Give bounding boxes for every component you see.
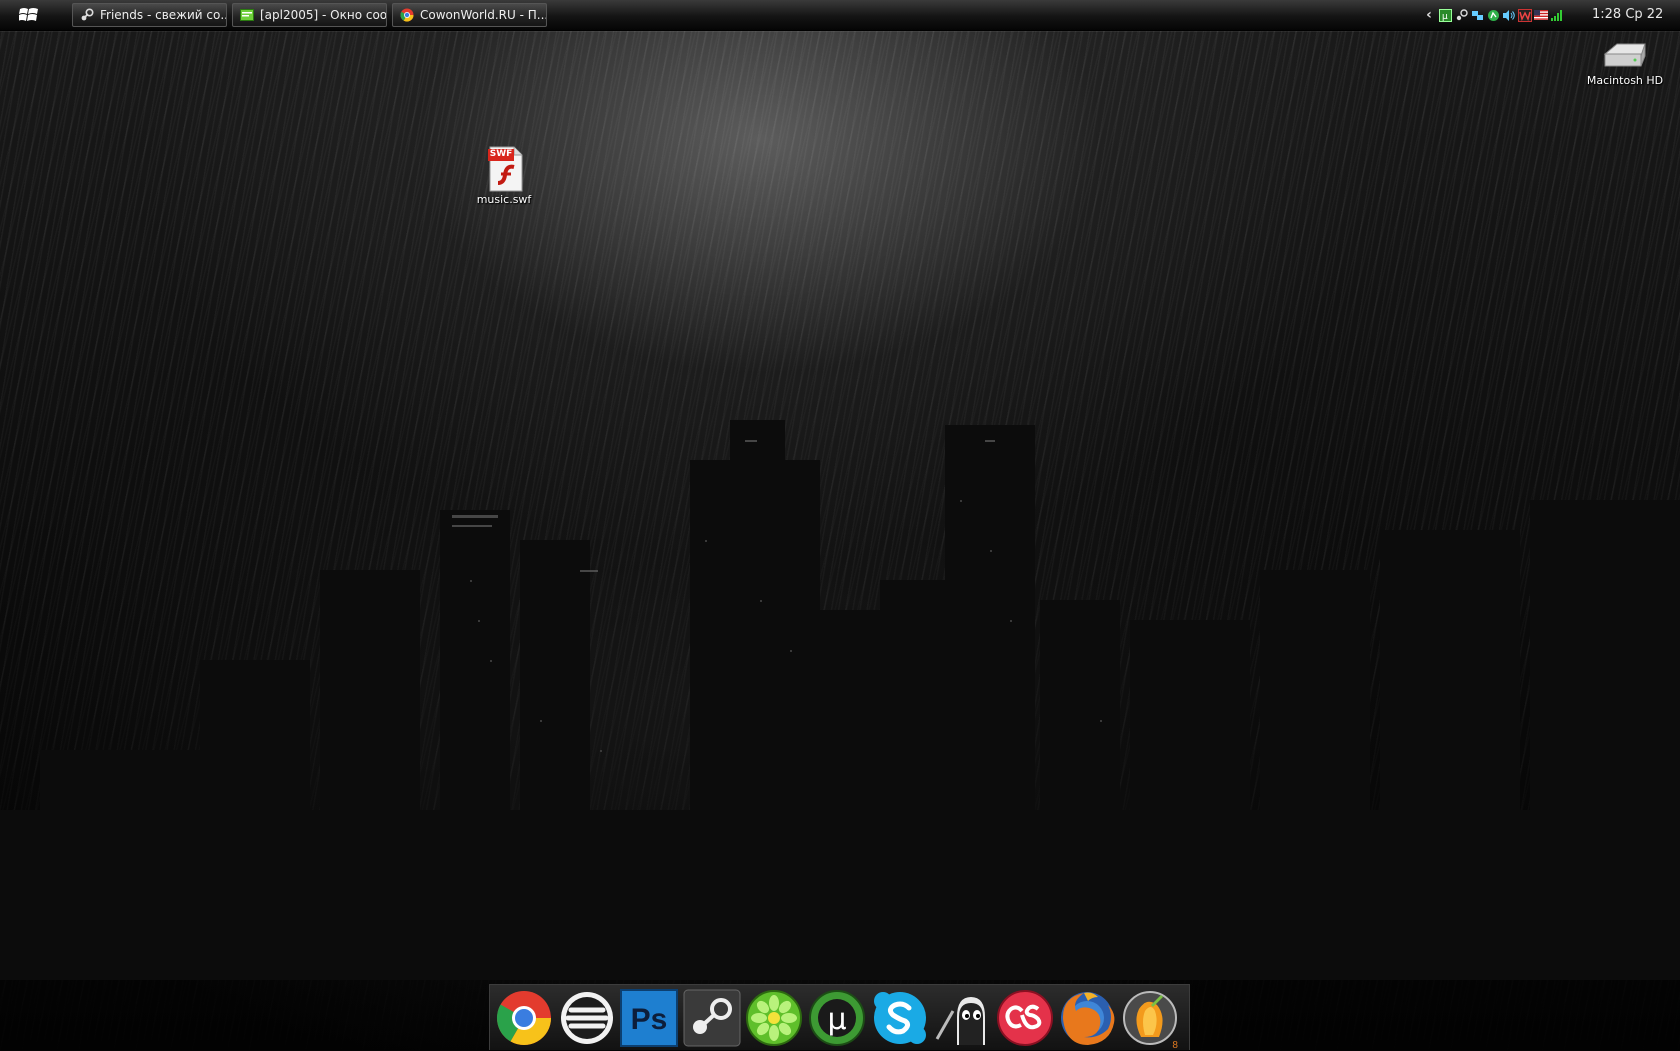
dock-item-skype[interactable] bbox=[870, 988, 930, 1048]
steam-tray-icon[interactable] bbox=[1454, 8, 1468, 22]
skype-icon bbox=[873, 991, 926, 1044]
volume-tray-icon[interactable] bbox=[1502, 8, 1516, 22]
fl-studio-version-badge: 8 bbox=[1172, 1039, 1178, 1051]
system-tray: ‹ µ bbox=[1422, 0, 1566, 30]
dock-item-fl-studio[interactable]: 8 bbox=[1120, 988, 1180, 1051]
winamp-tray-icon[interactable] bbox=[1518, 8, 1532, 22]
chrome-icon bbox=[399, 7, 415, 23]
task-label: Friends - свежий со... bbox=[100, 8, 226, 22]
dock-item-photoshop[interactable]: Ps bbox=[619, 988, 679, 1048]
icq-icon bbox=[746, 989, 803, 1046]
photoshop-text: Ps bbox=[631, 1003, 668, 1036]
dock-item-lastfm[interactable] bbox=[995, 988, 1055, 1048]
desktop-icon-label: music.swf bbox=[476, 193, 532, 206]
network-tray-icon[interactable] bbox=[1470, 8, 1484, 22]
steam-icon bbox=[79, 7, 95, 23]
desktop-icon-music-swf[interactable]: SWF music.swf bbox=[472, 145, 536, 206]
skype-tray-icon[interactable] bbox=[1486, 8, 1500, 22]
chat-window-icon bbox=[239, 7, 255, 23]
hard-drive-icon bbox=[1603, 43, 1646, 67]
chrome-icon bbox=[496, 990, 551, 1045]
windows-logo-icon bbox=[19, 8, 38, 21]
dock-item-aimp[interactable] bbox=[557, 988, 617, 1048]
dock-item-utorrent[interactable]: µ bbox=[807, 988, 867, 1048]
dock-item-icq[interactable] bbox=[744, 988, 804, 1048]
fl-studio-icon bbox=[1122, 990, 1177, 1045]
city-skyline-silhouette bbox=[0, 420, 1680, 980]
lastfm-icon bbox=[996, 989, 1053, 1046]
clock[interactable]: 1:28 Ср 22 bbox=[1592, 7, 1663, 22]
desktop-icon-label: Macintosh HD bbox=[1586, 74, 1664, 87]
task-label: [apl2005] - Окно соо... bbox=[260, 8, 386, 22]
firefox-icon bbox=[1061, 991, 1115, 1045]
desktop-wallpaper bbox=[0, 0, 1680, 1050]
signal-tray-icon[interactable] bbox=[1550, 8, 1564, 22]
taskbar: Friends - свежий со... [apl2005] - Окно … bbox=[0, 0, 1680, 31]
steam-icon bbox=[683, 989, 741, 1046]
language-flag-icon[interactable] bbox=[1534, 8, 1548, 22]
utorrent-tray-icon[interactable]: µ bbox=[1438, 8, 1452, 22]
dock: Ps µ 8 bbox=[489, 984, 1190, 1051]
dock-item-chrome[interactable] bbox=[494, 988, 554, 1048]
dock-item-ninja[interactable] bbox=[932, 988, 992, 1048]
task-button-cowonworld[interactable]: CowonWorld.RU - П... bbox=[392, 3, 547, 27]
desktop-icon-macintosh-hd[interactable]: Macintosh HD bbox=[1585, 40, 1665, 87]
utorrent-icon: µ bbox=[808, 989, 865, 1046]
photoshop-icon: Ps bbox=[620, 988, 679, 1047]
task-label: CowonWorld.RU - П... bbox=[420, 8, 546, 22]
ninja-icon bbox=[935, 996, 986, 1045]
task-button-steam-friends[interactable]: Friends - свежий со... bbox=[72, 3, 227, 27]
swf-badge-text: SWF bbox=[489, 149, 513, 159]
svg-text:µ: µ bbox=[1442, 12, 1448, 22]
start-button[interactable] bbox=[14, 3, 44, 27]
task-button-chat-window[interactable]: [apl2005] - Окно соо... bbox=[232, 3, 387, 27]
show-hidden-icon[interactable]: ‹ bbox=[1422, 7, 1436, 23]
aimp-icon bbox=[560, 991, 613, 1044]
dock-item-steam[interactable] bbox=[682, 988, 742, 1048]
utorrent-text: µ bbox=[827, 1002, 846, 1037]
dock-item-firefox[interactable] bbox=[1057, 988, 1117, 1048]
